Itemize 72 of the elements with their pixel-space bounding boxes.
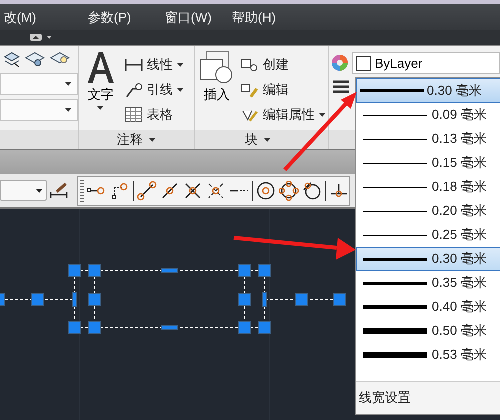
lineweight-line xyxy=(363,186,427,188)
selected-drawing[interactable] xyxy=(0,264,346,334)
table-icon xyxy=(124,106,143,122)
color-swatch xyxy=(356,56,371,70)
lineweight-option[interactable]: 0.53 毫米 xyxy=(356,343,500,367)
menu-item[interactable]: 窗口(W) xyxy=(165,9,212,27)
ribbon-tool-button[interactable]: 编辑属性 xyxy=(241,104,326,125)
ribbon-tool-button[interactable]: 表格 xyxy=(124,104,184,125)
lineweight-line xyxy=(363,138,427,140)
text-tool-icon[interactable] xyxy=(86,50,116,84)
layer-icon[interactable] xyxy=(3,50,21,68)
snap-midpoint-icon[interactable] xyxy=(160,180,180,200)
lineweight-option[interactable]: 0.50 毫米 xyxy=(356,319,500,343)
ribbon-tool[interactable]: 文字 xyxy=(88,86,114,104)
ribbon-toggle-button[interactable] xyxy=(30,34,42,41)
caret-icon[interactable] xyxy=(64,108,72,112)
ribbon-tool[interactable]: 插入 xyxy=(204,86,230,104)
lineweight-option[interactable]: 0.15 毫米 xyxy=(356,151,500,175)
menu-item[interactable]: 参数(P) xyxy=(88,9,132,27)
lineweight-option[interactable]: 0.09 毫米 xyxy=(356,103,500,127)
lineweight-icon[interactable] xyxy=(333,80,349,94)
caret-icon[interactable] xyxy=(36,188,43,192)
menu-item[interactable]: 帮助(H) xyxy=(232,9,276,27)
lineweight-option[interactable]: 0.25 毫米 xyxy=(356,223,500,247)
color-wheel-icon[interactable] xyxy=(331,54,349,72)
lineweight-line xyxy=(363,114,427,116)
caret-icon[interactable] xyxy=(47,36,52,39)
ribbon-tool-button[interactable]: 线性 xyxy=(124,54,184,75)
color-combo[interactable]: ByLayer xyxy=(352,52,500,74)
caret-icon[interactable] xyxy=(264,138,271,142)
lineweight-value: 0.30 毫米 xyxy=(427,82,482,100)
linear-dimension-icon xyxy=(124,56,143,72)
snap-extension-icon[interactable] xyxy=(110,180,130,200)
ribbon-tool-button[interactable]: 编辑 xyxy=(241,79,326,100)
leader-icon xyxy=(124,82,143,98)
lineweight-line xyxy=(363,258,427,260)
caret-icon[interactable] xyxy=(97,106,104,110)
lineweight-option[interactable]: 0.20 毫米 xyxy=(356,199,500,223)
caret-icon[interactable] xyxy=(64,82,72,86)
lineweight-option[interactable]: 0.30 毫米 xyxy=(356,247,500,271)
menu-item[interactable]: 改(M) xyxy=(4,9,36,27)
snap-intersection-icon[interactable] xyxy=(183,180,203,200)
snap-endpoint-icon[interactable] xyxy=(137,180,157,200)
lineweight-option[interactable]: 0.13 毫米 xyxy=(356,127,500,151)
edit-block-icon xyxy=(241,82,259,98)
lineweight-line xyxy=(363,282,427,284)
match-properties-icon[interactable] xyxy=(49,180,69,200)
lineweight-line xyxy=(363,210,427,212)
caret-icon[interactable] xyxy=(176,88,184,92)
lineweight-option[interactable]: 0.40 毫米 xyxy=(356,295,500,319)
panel-title[interactable]: 块 xyxy=(245,130,258,148)
ribbon-tool-button[interactable]: 引线 xyxy=(124,79,184,100)
create-block-icon xyxy=(241,56,259,72)
lineweight-option[interactable]: 0.35 毫米 xyxy=(356,271,500,295)
lineweight-option[interactable]: 0.18 毫米 xyxy=(356,175,500,199)
caret-icon[interactable] xyxy=(148,138,156,142)
caret-icon[interactable] xyxy=(319,112,326,116)
lineweight-line xyxy=(363,234,427,236)
layer-settings-icon[interactable] xyxy=(24,50,46,68)
lineweight-line xyxy=(363,162,427,164)
lineweight-settings-link[interactable]: 线宽设置 xyxy=(359,389,411,407)
ribbon-tool-button[interactable]: 创建 xyxy=(241,54,326,75)
snap-apparent-intersection-icon[interactable] xyxy=(206,180,226,200)
insert-block-icon[interactable] xyxy=(199,50,235,84)
snap-quadrant-icon[interactable] xyxy=(279,180,299,200)
panel-title[interactable]: 注释 xyxy=(116,130,143,148)
color-value: ByLayer xyxy=(375,56,423,70)
caret-icon[interactable] xyxy=(176,62,184,66)
snap-center-icon[interactable] xyxy=(256,180,276,200)
snap-tangent-icon[interactable] xyxy=(302,180,322,200)
lineweight-line xyxy=(360,89,424,92)
lineweight-combo[interactable]: 0.30 毫米 xyxy=(356,78,500,103)
